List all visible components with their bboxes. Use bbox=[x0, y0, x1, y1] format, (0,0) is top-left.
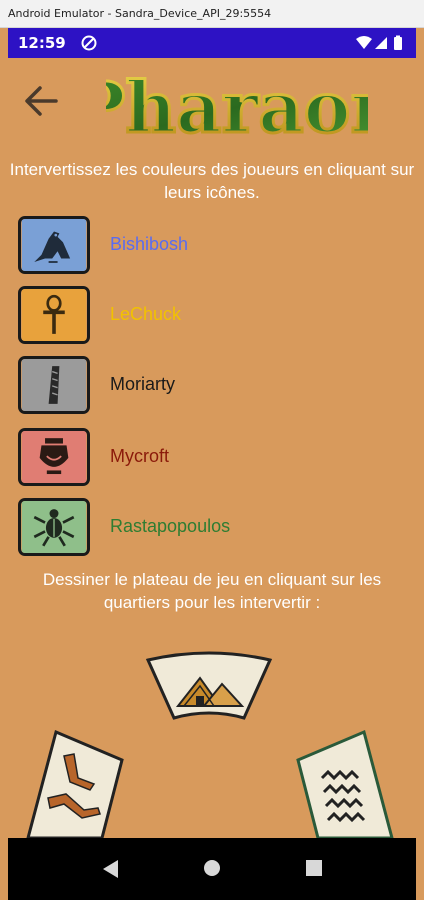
android-nav-bar bbox=[8, 838, 416, 900]
player-row-5[interactable]: Rastapopoulos bbox=[18, 498, 408, 558]
board-tile-water[interactable] bbox=[296, 728, 394, 838]
app-screen: Pharaon Intervertissez les couleurs des … bbox=[8, 58, 416, 838]
emulator-title-bar: Android Emulator - Sandra_Device_API_29:… bbox=[0, 0, 424, 28]
player-color-tile[interactable] bbox=[18, 286, 90, 344]
player-name: Moriarty bbox=[110, 374, 176, 394]
board-tile-legs[interactable] bbox=[26, 728, 124, 838]
player-name: Rastapopoulos bbox=[110, 516, 231, 536]
nav-back-icon[interactable] bbox=[100, 858, 120, 880]
player-color-tile[interactable] bbox=[18, 498, 90, 556]
status-time: 12:59 bbox=[18, 34, 66, 52]
board-instruction: Dessiner le plateau de jeu en cliquant s… bbox=[42, 570, 382, 612]
player-name: Mycroft bbox=[110, 446, 170, 466]
back-arrow-icon[interactable] bbox=[20, 80, 62, 122]
player-row-1[interactable]: Bishibosh bbox=[18, 216, 408, 276]
player-name: LeChuck bbox=[110, 304, 182, 324]
board-tile-pyramid[interactable] bbox=[144, 650, 274, 722]
pharaon-logo: Pharaon bbox=[106, 66, 368, 148]
player-row-3[interactable]: Moriarty bbox=[18, 356, 408, 416]
battery-icon bbox=[394, 35, 402, 50]
falcon-icon bbox=[21, 219, 87, 271]
emulator-title: Android Emulator - Sandra_Device_API_29:… bbox=[8, 7, 272, 20]
scarab-icon bbox=[21, 501, 87, 553]
do-not-disturb-icon bbox=[81, 35, 97, 51]
ankh-icon bbox=[21, 289, 87, 341]
players-instruction: Intervertissez les couleurs des joueurs … bbox=[9, 160, 415, 202]
logo-text: Pharaon bbox=[106, 66, 368, 148]
wifi-icon bbox=[356, 36, 372, 49]
player-color-tile[interactable] bbox=[18, 428, 90, 486]
status-icons bbox=[356, 35, 402, 50]
status-bar: 12:59 bbox=[8, 28, 416, 58]
vase-icon bbox=[21, 431, 87, 483]
signal-icon bbox=[375, 37, 387, 49]
player-row-4[interactable]: Mycroft bbox=[18, 428, 408, 488]
player-color-tile[interactable] bbox=[18, 356, 90, 414]
player-color-tile[interactable] bbox=[18, 216, 90, 274]
nav-home-icon[interactable] bbox=[202, 858, 222, 878]
player-name: Bishibosh bbox=[110, 234, 189, 254]
nav-recents-icon[interactable] bbox=[305, 859, 323, 877]
player-row-2[interactable]: LeChuck bbox=[18, 286, 408, 346]
feather-icon bbox=[21, 359, 87, 411]
